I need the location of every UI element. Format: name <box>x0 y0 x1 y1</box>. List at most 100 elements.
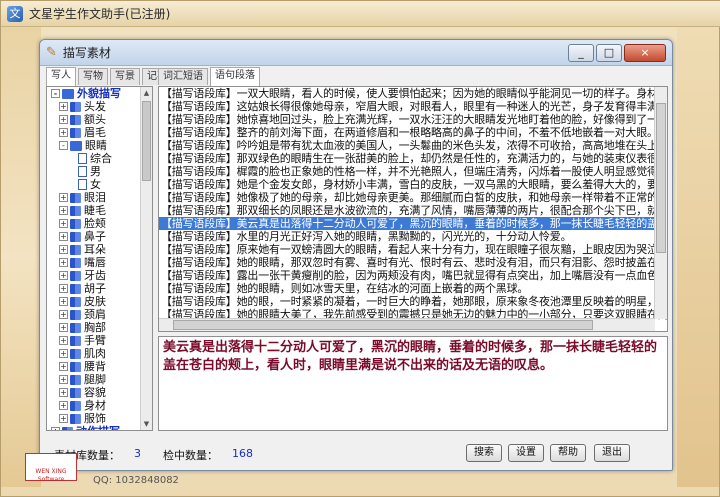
list-item[interactable]: 【描写语段库】她是个金发女郎，身材娇小丰满，雪白的皮肤，一双乌黑的大眼睛，要么羞… <box>159 178 667 191</box>
exit-button[interactable]: 退出 <box>594 444 630 462</box>
tree-item[interactable]: + 服饰 <box>47 412 152 425</box>
list-item[interactable]: 【描写语段库】樨霞的脸也正象她的性格一样，并不光艳照人，但端庄清秀，闪烁着一股使… <box>159 165 667 178</box>
list-item[interactable]: 【描写语段库】这姑娘长得很像她母亲，窄眉大眼，对眼看人，眼里有一种迷人的光芒，身… <box>159 100 667 113</box>
collapse-icon[interactable]: - <box>59 141 68 150</box>
tree-item[interactable]: + 肌肉 <box>47 347 152 360</box>
expand-icon[interactable]: + <box>59 375 68 384</box>
tree-item-label: 眉毛 <box>84 126 106 139</box>
list-item[interactable]: 【描写语段库】露出一张干黄瘦削的脸，因为两颊没有肉，嘴巴就显得有点突出，加上嘴唇… <box>159 269 667 282</box>
book-icon <box>70 231 81 242</box>
maximize-button[interactable]: □ <box>596 44 622 62</box>
help-button[interactable]: 帮助 <box>550 444 586 462</box>
scroll-up-icon[interactable]: ▲ <box>141 87 152 99</box>
tree-item[interactable]: 女 <box>47 178 152 191</box>
tree-item[interactable]: + 眉毛 <box>47 126 152 139</box>
expand-icon[interactable]: + <box>51 427 60 430</box>
tree-item[interactable]: + 腰背 <box>47 360 152 373</box>
list-hscroll-thumb[interactable] <box>173 320 593 330</box>
tree-item[interactable]: 男 <box>47 165 152 178</box>
tree-item[interactable]: + 嘴唇 <box>47 256 152 269</box>
close-button[interactable]: × <box>624 44 666 62</box>
list-item[interactable]: 【描写语段库】一双大眼睛，看人的时候，使人要惧怕起来；因为她的眼睛似乎能洞见一切… <box>159 87 667 100</box>
expand-icon[interactable]: + <box>59 271 68 280</box>
expand-icon[interactable]: + <box>59 362 68 371</box>
expand-icon[interactable]: + <box>59 128 68 137</box>
tree-item[interactable]: + 睫毛 <box>47 204 152 217</box>
tree-item[interactable]: + 额头 <box>47 113 152 126</box>
app-window: 文 文星学生作文助手(已注册) ✎ 描写素材 _ □ × 写人 写物 写景 记事 词汇… <box>0 0 720 497</box>
list-hscrollbar[interactable] <box>159 318 655 331</box>
list-item[interactable]: 【描写语段库】吟吟姐是带有犹太血液的美国人，一头鬈曲的米色头发，浓得不可收拾，高… <box>159 139 667 152</box>
expand-icon[interactable]: + <box>59 102 68 111</box>
expand-icon[interactable]: + <box>59 414 68 423</box>
app-title: 文星学生作文助手(已注册) <box>29 7 171 21</box>
expand-icon[interactable]: + <box>59 115 68 124</box>
tree-item-label: 腰背 <box>84 360 106 373</box>
list-item[interactable]: 【描写语段库】她像极了她的母亲，却比她母亲更美。那细腻而白皙的皮肤，和她母亲一样… <box>159 191 667 204</box>
list-item[interactable]: 【描写语段库】美云真是出落得十二分动人可爱了，黑沉的眼睛，垂着的时候多，那一抹长… <box>159 217 667 230</box>
tree-item[interactable]: + 动作描写 <box>47 425 152 430</box>
list-item[interactable]: 【描写语段库】她惊喜地回过头，脸上充满光辉，一双水汪汪的大眼睛发光地盯着他的脸，… <box>159 113 667 126</box>
expand-icon[interactable]: + <box>59 245 68 254</box>
tree-item-label: 皮肤 <box>84 295 106 308</box>
settings-button[interactable]: 设置 <box>508 444 544 462</box>
list-item[interactable]: 【描写语段库】原来她有一双螃清圆大的眼睛，看起人来十分有力，现在眼瞳子很灰黯，上… <box>159 243 667 256</box>
tree-item[interactable]: + 眼泪 <box>47 191 152 204</box>
left-tab-0[interactable]: 写人 <box>46 67 76 86</box>
tree-item[interactable]: + 手臂 <box>47 334 152 347</box>
tree-item[interactable]: + 脸颊 <box>47 217 152 230</box>
left-tab-1[interactable]: 写物 <box>78 68 108 85</box>
list-item[interactable]: 【描写语段库】她的眼睛，那双忽时有雾、喜时有光、恨时有云、悲时没有泪，而只有泪影… <box>159 256 667 269</box>
expand-icon[interactable]: + <box>59 206 68 215</box>
tree-item[interactable]: 综合 <box>47 152 152 165</box>
category-tree[interactable]: - 外貌描写 + 头发 + 额头 + 眉毛 - 眼睛 综合男女 + 眼泪 + 睫毛 + 脸颊 + 鼻子 + 耳朵 + 嘴唇 +… <box>46 86 153 431</box>
dialog-titlebar: ✎ 描写素材 _ □ × <box>40 40 672 66</box>
list-item[interactable]: 【描写语段库】那双绿色的眼睛生在一张甜美的脸上，却仍然是任性的，充满活力的，与她… <box>159 152 667 165</box>
expand-icon[interactable]: + <box>59 284 68 293</box>
right-tab-1[interactable]: 语句段落 <box>210 67 260 86</box>
expand-icon[interactable]: + <box>59 401 68 410</box>
expand-icon[interactable]: + <box>59 336 68 345</box>
expand-icon[interactable]: + <box>59 258 68 267</box>
tree-item[interactable]: + 头发 <box>47 100 152 113</box>
tree-item[interactable]: + 鼻子 <box>47 230 152 243</box>
right-tab-0[interactable]: 词汇短语 <box>158 68 208 85</box>
tree-item[interactable]: + 容貌 <box>47 386 152 399</box>
tree-item[interactable]: - 外貌描写 <box>47 87 152 100</box>
tree-item[interactable]: + 腿脚 <box>47 373 152 386</box>
collapse-icon[interactable]: - <box>51 89 60 98</box>
expand-icon[interactable]: + <box>59 219 68 228</box>
tree-item[interactable]: + 胸部 <box>47 321 152 334</box>
list-item[interactable]: 【描写语段库】那双细长的凤眼还是水波欲流的，充满了风情，嘴唇薄薄的两片，很配合那… <box>159 204 667 217</box>
tree-item[interactable]: + 牙齿 <box>47 269 152 282</box>
scroll-down-icon[interactable]: ▼ <box>141 418 152 430</box>
list-item[interactable]: 【描写语段库】整齐的前刘海下面，在两道修眉和一根略略高的鼻子的中间，不羞不低地嵌… <box>159 126 667 139</box>
list-item[interactable]: 【描写语段库】她的眼睛，则如冰雪天里，在结冰的河面上嵌着的两个黑球。 <box>159 282 667 295</box>
tree-scrollbar[interactable]: ▲ ▼ <box>140 87 152 430</box>
tree-item[interactable]: + 身材 <box>47 399 152 412</box>
list-item[interactable]: 【描写语段库】水里的月光正好泻入她的眼睛，黑黝黝的，闪光光的，十分动人怜爱。 <box>159 230 667 243</box>
expand-icon[interactable]: + <box>59 232 68 241</box>
minimize-button[interactable]: _ <box>568 44 594 62</box>
tree-scroll-thumb[interactable] <box>142 101 151 181</box>
tree-item[interactable]: + 胡子 <box>47 282 152 295</box>
tree-item[interactable]: + 皮肤 <box>47 295 152 308</box>
expand-icon[interactable]: + <box>59 323 68 332</box>
expand-icon[interactable]: + <box>59 297 68 306</box>
list-scroll-thumb[interactable] <box>656 103 666 253</box>
tree-item[interactable]: + 耳朵 <box>47 243 152 256</box>
search-button[interactable]: 搜索 <box>466 444 502 462</box>
book-icon <box>70 309 81 320</box>
expand-icon[interactable]: + <box>59 388 68 397</box>
expand-icon[interactable]: + <box>59 193 68 202</box>
snippet-detail[interactable]: 美云真是出落得十二分动人可爱了，黑沉的眼睛，垂着的时候多，那一抹长睫毛轻轻的盖在… <box>158 336 668 431</box>
snippet-list[interactable]: 【描写语段库】一双大眼睛，看人的时候，使人要惧怕起来；因为她的眼睛似乎能洞见一切… <box>158 86 668 332</box>
list-scrollbar[interactable] <box>654 87 667 319</box>
left-tab-2[interactable]: 写景 <box>110 68 140 85</box>
expand-icon[interactable]: + <box>59 310 68 319</box>
tree-item[interactable]: + 颈肩 <box>47 308 152 321</box>
book-icon <box>70 205 81 216</box>
expand-icon[interactable]: + <box>59 349 68 358</box>
tree-item[interactable]: - 眼睛 <box>47 139 152 152</box>
list-item[interactable]: 【描写语段库】她的眼，一时紧紧的凝着，一时巨大的睁着，她那眼，原来象冬夜池潭里反… <box>159 295 667 308</box>
